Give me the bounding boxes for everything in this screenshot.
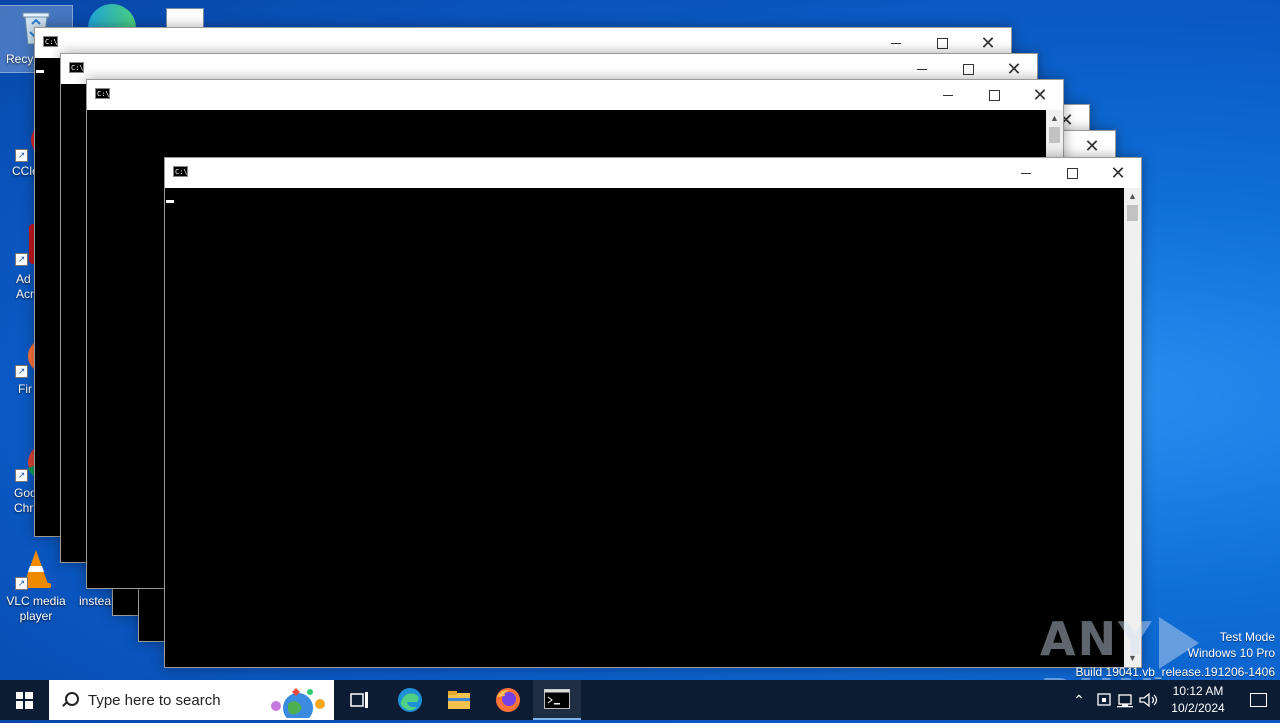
shortcut-arrow-icon: ↗: [15, 469, 28, 482]
close-icon: ✕: [1006, 59, 1022, 79]
taskbar: Type here to search ⌃ 10:12 AM 10/2/2024: [0, 680, 1280, 720]
command-prompt-icon: [544, 689, 570, 709]
windows-edition-label: Windows 10 Pro: [1187, 646, 1275, 660]
scroll-thumb[interactable]: [1127, 205, 1138, 221]
maximize-button[interactable]: [1049, 158, 1095, 188]
scroll-up-icon[interactable]: ▲: [1046, 110, 1063, 127]
vertical-scrollbar[interactable]: ▲ ▼: [1124, 188, 1141, 667]
minimize-icon: [1021, 172, 1031, 174]
edge-icon: [398, 688, 422, 712]
taskbar-clock[interactable]: 10:12 AM 10/2/2024: [1164, 683, 1232, 717]
maximize-icon: [936, 37, 948, 49]
vlc-cone-icon: ↗: [15, 548, 57, 590]
action-center-button[interactable]: [1236, 680, 1280, 720]
windows-logo-icon: [15, 691, 33, 709]
play-logo-icon: [1159, 616, 1200, 669]
close-button[interactable]: ✕: [1017, 80, 1063, 110]
start-button[interactable]: [0, 680, 48, 720]
maximize-icon: [962, 63, 974, 75]
device-icon[interactable]: [1094, 691, 1116, 709]
cmd-title-icon: C:\.: [69, 62, 88, 73]
taskbar-search-box[interactable]: Type here to search: [49, 680, 334, 720]
close-icon: ✕: [1110, 163, 1126, 183]
close-icon: ✕: [1032, 85, 1048, 105]
edge-desktop-icon[interactable]: [88, 4, 136, 28]
shortcut-arrow-icon: ↗: [15, 253, 28, 266]
scroll-thumb[interactable]: [1049, 127, 1060, 143]
search-placeholder: Type here to search: [88, 691, 221, 709]
minimize-icon: [943, 94, 953, 96]
taskbar-edge[interactable]: [386, 680, 434, 720]
clock-time: 10:12 AM: [1172, 684, 1224, 698]
task-view-icon: [350, 692, 368, 708]
minimize-icon: [891, 42, 901, 44]
text-cursor: [166, 200, 174, 203]
volume-icon[interactable]: [1138, 691, 1160, 709]
system-tray: ⌃: [1070, 680, 1160, 720]
firefox-icon: [496, 688, 520, 712]
task-view-button[interactable]: [336, 680, 384, 720]
close-icon: ✕: [980, 33, 996, 53]
maximize-icon: [1066, 167, 1078, 179]
minimize-icon: [917, 68, 927, 70]
shortcut-arrow-icon: ↗: [15, 365, 28, 378]
cmd-title-icon: C:\.: [95, 88, 114, 99]
console-area[interactable]: [165, 188, 1124, 667]
minimize-button[interactable]: [925, 80, 971, 110]
cmd-title-icon: C:\.: [173, 166, 192, 177]
title-bar[interactable]: [87, 80, 1063, 110]
folder-icon: [448, 691, 470, 709]
text-cursor: [36, 70, 44, 73]
search-highlight-globe-icon: [271, 688, 325, 718]
shortcut-arrow-icon: ↗: [15, 149, 28, 162]
taskbar-firefox[interactable]: [484, 680, 532, 720]
taskbar-command-prompt[interactable]: [533, 680, 581, 720]
test-mode-label: Test Mode: [1219, 630, 1275, 644]
close-icon: ✕: [1084, 136, 1100, 156]
watermark-left: ANY: [1040, 612, 1154, 666]
build-label: Build 19041.vb_release.191206-1406: [1075, 665, 1276, 679]
cmd-title-icon: C:\.: [43, 36, 62, 47]
minimize-button[interactable]: [1003, 158, 1049, 188]
taskbar-file-explorer[interactable]: [435, 680, 483, 720]
title-bar[interactable]: [165, 158, 1141, 188]
shortcut-arrow-icon: ↗: [15, 577, 28, 590]
chevron-up-icon[interactable]: ⌃: [1070, 692, 1088, 709]
network-icon[interactable]: [1116, 691, 1138, 709]
maximize-button[interactable]: [971, 80, 1017, 110]
close-button[interactable]: ✕: [1095, 158, 1141, 188]
search-icon: [61, 691, 79, 709]
clock-date: 10/2/2024: [1171, 701, 1225, 715]
console-window-front[interactable]: C:\. ✕ ▲ ▼: [164, 157, 1142, 668]
desktop-icon-label: VLC media player: [6, 594, 66, 623]
notification-icon: [1249, 693, 1267, 707]
scroll-up-icon[interactable]: ▲: [1124, 188, 1141, 205]
maximize-icon: [988, 89, 1000, 101]
